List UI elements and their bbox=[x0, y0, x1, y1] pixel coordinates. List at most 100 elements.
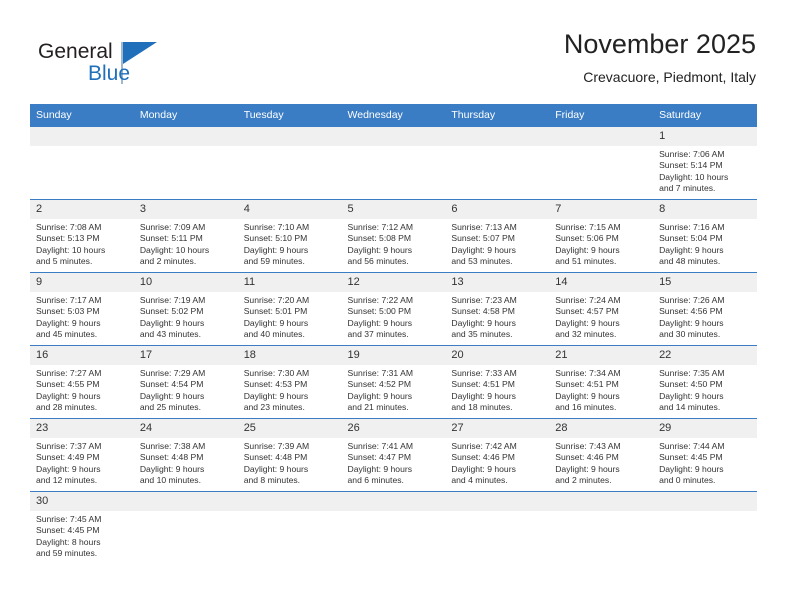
daylight-text: and 2 minutes. bbox=[555, 475, 612, 486]
calendar-day-cell[interactable]: 8 Sunrise: 7:16 AM Sunset: 5:04 PM Daylight… bbox=[653, 199, 757, 273]
calendar-day-cell[interactable]: 10 Sunrise: 7:19 AM Sunset: 5:02 PM Dayligh… bbox=[133, 272, 238, 346]
calendar-day-cell[interactable]: 6 Sunrise: 7:13 AM Sunset: 5:07 PM Daylight… bbox=[445, 199, 550, 273]
calendar-day-cell[interactable]: 7 Sunrise: 7:15 AM Sunset: 5:06 PM Daylight… bbox=[549, 199, 654, 273]
calendar-day-cell[interactable]: 23 Sunrise: 7:37 AM Sunset: 4:49 PM Dayligh… bbox=[30, 418, 134, 492]
calendar-day-cell[interactable]: 24 Sunrise: 7:38 AM Sunset: 4:48 PM Dayligh… bbox=[133, 418, 238, 492]
sunrise-text: Sunrise: 7:44 AM bbox=[659, 441, 725, 451]
page-title: November 2025 bbox=[563, 29, 756, 59]
calendar-empty-cell bbox=[30, 126, 134, 200]
daylight-text: and 8 minutes. bbox=[243, 475, 301, 486]
calendar-day-cell[interactable]: 21 Sunrise: 7:34 AM Sunset: 4:51 PM Dayligh… bbox=[549, 345, 654, 419]
weekday-header-friday: Friday bbox=[549, 104, 654, 127]
day-details: Sunrise: 7:44 AM Sunset: 4:45 PM Daylight:… bbox=[653, 438, 757, 487]
sunset-text: Sunset: 4:51 PM bbox=[555, 379, 619, 390]
daylight-text: Daylight: 9 hours bbox=[451, 244, 516, 255]
calendar-day-cell[interactable]: 18 Sunrise: 7:30 AM Sunset: 4:53 PM Dayligh… bbox=[237, 345, 342, 419]
calendar-day-cell[interactable]: 9 Sunrise: 7:17 AM Sunset: 5:03 PM Daylight… bbox=[30, 272, 134, 346]
calendar-day-cell[interactable]: 3 Sunrise: 7:09 AM Sunset: 5:11 PM Daylight… bbox=[133, 199, 238, 273]
daylight-text: Daylight: 9 hours bbox=[555, 317, 620, 328]
daylight-text: Daylight: 9 hours bbox=[451, 390, 516, 401]
calendar-day-cell[interactable]: 15 Sunrise: 7:26 AM Sunset: 4:56 PM Dayligh… bbox=[653, 272, 757, 346]
title-block: November 2025 Crevacuore, Piedmont, Ital… bbox=[564, 28, 756, 87]
calendar-day-cell[interactable]: 1 Sunrise: 7:06 AM Sunset: 5:14 PM Daylight… bbox=[653, 126, 757, 200]
calendar-day-cell[interactable]: 25 Sunrise: 7:39 AM Sunset: 4:48 PM Dayligh… bbox=[237, 418, 342, 492]
calendar-day-cell[interactable]: 20 Sunrise: 7:33 AM Sunset: 4:51 PM Dayligh… bbox=[445, 345, 550, 419]
calendar-day-cell[interactable]: 29 Sunrise: 7:44 AM Sunset: 4:45 PM Dayligh… bbox=[653, 418, 757, 492]
calendar-day-cell[interactable]: 2 Sunrise: 7:08 AM Sunset: 5:13 PM Daylight… bbox=[30, 199, 134, 273]
calendar-week-row: 2 Sunrise: 7:08 AM Sunset: 5:13 PM Daylight… bbox=[30, 199, 757, 273]
daylight-text: Daylight: 9 hours bbox=[555, 390, 620, 401]
calendar-page: General Blue November 2025 Crevacuore, P… bbox=[0, 0, 792, 612]
daylight-text: Daylight: 9 hours bbox=[139, 463, 205, 474]
calendar-empty-cell bbox=[341, 491, 446, 564]
sunset-text: Sunset: 5:04 PM bbox=[659, 233, 723, 244]
day-number: 7 bbox=[549, 200, 654, 219]
sunrise-text: Sunrise: 7:29 AM bbox=[139, 368, 206, 378]
sunrise-text: Sunrise: 7:33 AM bbox=[451, 368, 517, 378]
sunrise-text: Sunrise: 7:23 AM bbox=[451, 295, 517, 305]
sunset-text: Sunset: 5:10 PM bbox=[243, 233, 308, 244]
sunset-text: Sunset: 4:49 PM bbox=[36, 452, 100, 463]
calendar-empty-cell bbox=[341, 126, 446, 200]
calendar-empty-cell bbox=[653, 491, 757, 564]
day-number bbox=[549, 492, 654, 511]
calendar-week-row: 23 Sunrise: 7:37 AM Sunset: 4:49 PM Dayligh… bbox=[30, 418, 757, 492]
daylight-text: Daylight: 9 hours bbox=[347, 463, 413, 474]
daylight-text: Daylight: 9 hours bbox=[555, 463, 620, 474]
weekday-header-tuesday: Tuesday bbox=[237, 104, 342, 127]
calendar-day-cell[interactable]: 16 Sunrise: 7:27 AM Sunset: 4:55 PM Dayligh… bbox=[30, 345, 134, 419]
calendar-week-row: 9 Sunrise: 7:17 AM Sunset: 5:03 PM Daylight… bbox=[30, 272, 757, 346]
sunset-text: Sunset: 4:45 PM bbox=[36, 525, 100, 536]
calendar-day-cell[interactable]: 11 Sunrise: 7:20 AM Sunset: 5:01 PM Dayligh… bbox=[237, 272, 342, 346]
day-details: Sunrise: 7:33 AM Sunset: 4:51 PM Daylight:… bbox=[445, 365, 549, 414]
daylight-text: and 16 minutes. bbox=[555, 402, 617, 413]
sunset-text: Sunset: 4:55 PM bbox=[36, 379, 100, 390]
calendar-week-row: 30 Sunrise: 7:45 AM Sunset: 4:45 PM Dayligh… bbox=[30, 491, 757, 564]
daylight-text: Daylight: 9 hours bbox=[659, 463, 724, 474]
sunrise-text: Sunrise: 7:26 AM bbox=[659, 295, 725, 305]
sunset-text: Sunset: 5:14 PM bbox=[659, 160, 723, 171]
day-details: Sunrise: 7:45 AM Sunset: 4:45 PM Daylight:… bbox=[30, 511, 134, 560]
day-details: Sunrise: 7:27 AM Sunset: 4:55 PM Daylight:… bbox=[30, 365, 134, 414]
calendar-day-cell[interactable]: 26 Sunrise: 7:41 AM Sunset: 4:47 PM Dayligh… bbox=[341, 418, 446, 492]
daylight-text: Daylight: 10 hours bbox=[659, 171, 729, 182]
calendar-week-row: 1 Sunrise: 7:06 AM Sunset: 5:14 PM Daylight… bbox=[30, 126, 757, 200]
sunset-text: Sunset: 5:11 PM bbox=[139, 233, 203, 244]
calendar-day-cell[interactable]: 4 Sunrise: 7:10 AM Sunset: 5:10 PM Daylight… bbox=[237, 199, 342, 273]
daylight-text: Daylight: 9 hours bbox=[36, 317, 101, 328]
day-details: Sunrise: 7:16 AM Sunset: 5:04 PM Daylight:… bbox=[653, 219, 757, 268]
sunset-text: Sunset: 4:48 PM bbox=[139, 452, 204, 463]
calendar-day-cell[interactable]: 28 Sunrise: 7:43 AM Sunset: 4:46 PM Dayligh… bbox=[549, 418, 654, 492]
daylight-text: and 35 minutes. bbox=[451, 329, 513, 340]
calendar-day-cell[interactable]: 13 Sunrise: 7:23 AM Sunset: 4:58 PM Dayligh… bbox=[445, 272, 550, 346]
calendar-day-cell[interactable]: 5 Sunrise: 7:12 AM Sunset: 5:08 PM Daylight… bbox=[341, 199, 446, 273]
daylight-text: and 59 minutes. bbox=[243, 256, 305, 267]
calendar-empty-cell bbox=[549, 126, 654, 200]
sunset-text: Sunset: 4:51 PM bbox=[451, 379, 515, 390]
sunset-text: Sunset: 4:46 PM bbox=[451, 452, 515, 463]
calendar-day-cell[interactable]: 22 Sunrise: 7:35 AM Sunset: 4:50 PM Dayligh… bbox=[653, 345, 757, 419]
calendar-day-cell[interactable]: 17 Sunrise: 7:29 AM Sunset: 4:54 PM Dayligh… bbox=[133, 345, 238, 419]
calendar-day-cell[interactable]: 27 Sunrise: 7:42 AM Sunset: 4:46 PM Dayligh… bbox=[445, 418, 550, 492]
day-number: 1 bbox=[653, 127, 757, 146]
daylight-text: and 45 minutes. bbox=[36, 329, 98, 340]
day-details bbox=[445, 146, 549, 149]
sunrise-text: Sunrise: 7:22 AM bbox=[347, 295, 413, 305]
sunrise-text: Sunrise: 7:39 AM bbox=[243, 441, 310, 451]
sunset-text: Sunset: 4:45 PM bbox=[659, 452, 723, 463]
weekday-header-monday: Monday bbox=[133, 104, 238, 127]
day-number: 3 bbox=[133, 200, 238, 219]
calendar-day-cell[interactable]: 12 Sunrise: 7:22 AM Sunset: 5:00 PM Dayligh… bbox=[341, 272, 446, 346]
calendar-day-cell[interactable]: 30 Sunrise: 7:45 AM Sunset: 4:45 PM Dayligh… bbox=[30, 491, 134, 564]
daylight-text: Daylight: 9 hours bbox=[243, 463, 309, 474]
weekday-header-saturday: Saturday bbox=[653, 104, 757, 127]
day-number bbox=[549, 127, 654, 146]
daylight-text: Daylight: 9 hours bbox=[139, 390, 205, 401]
day-number: 12 bbox=[341, 273, 446, 292]
weekday-header-thursday: Thursday bbox=[445, 104, 550, 127]
calendar-day-cell[interactable]: 19 Sunrise: 7:31 AM Sunset: 4:52 PM Dayligh… bbox=[341, 345, 446, 419]
day-number: 6 bbox=[445, 200, 550, 219]
weekday-header-row: Sunday Monday Tuesday Wednesday Thursday… bbox=[30, 104, 757, 127]
calendar-empty-cell bbox=[237, 491, 342, 564]
calendar-day-cell[interactable]: 14 Sunrise: 7:24 AM Sunset: 4:57 PM Dayligh… bbox=[549, 272, 654, 346]
